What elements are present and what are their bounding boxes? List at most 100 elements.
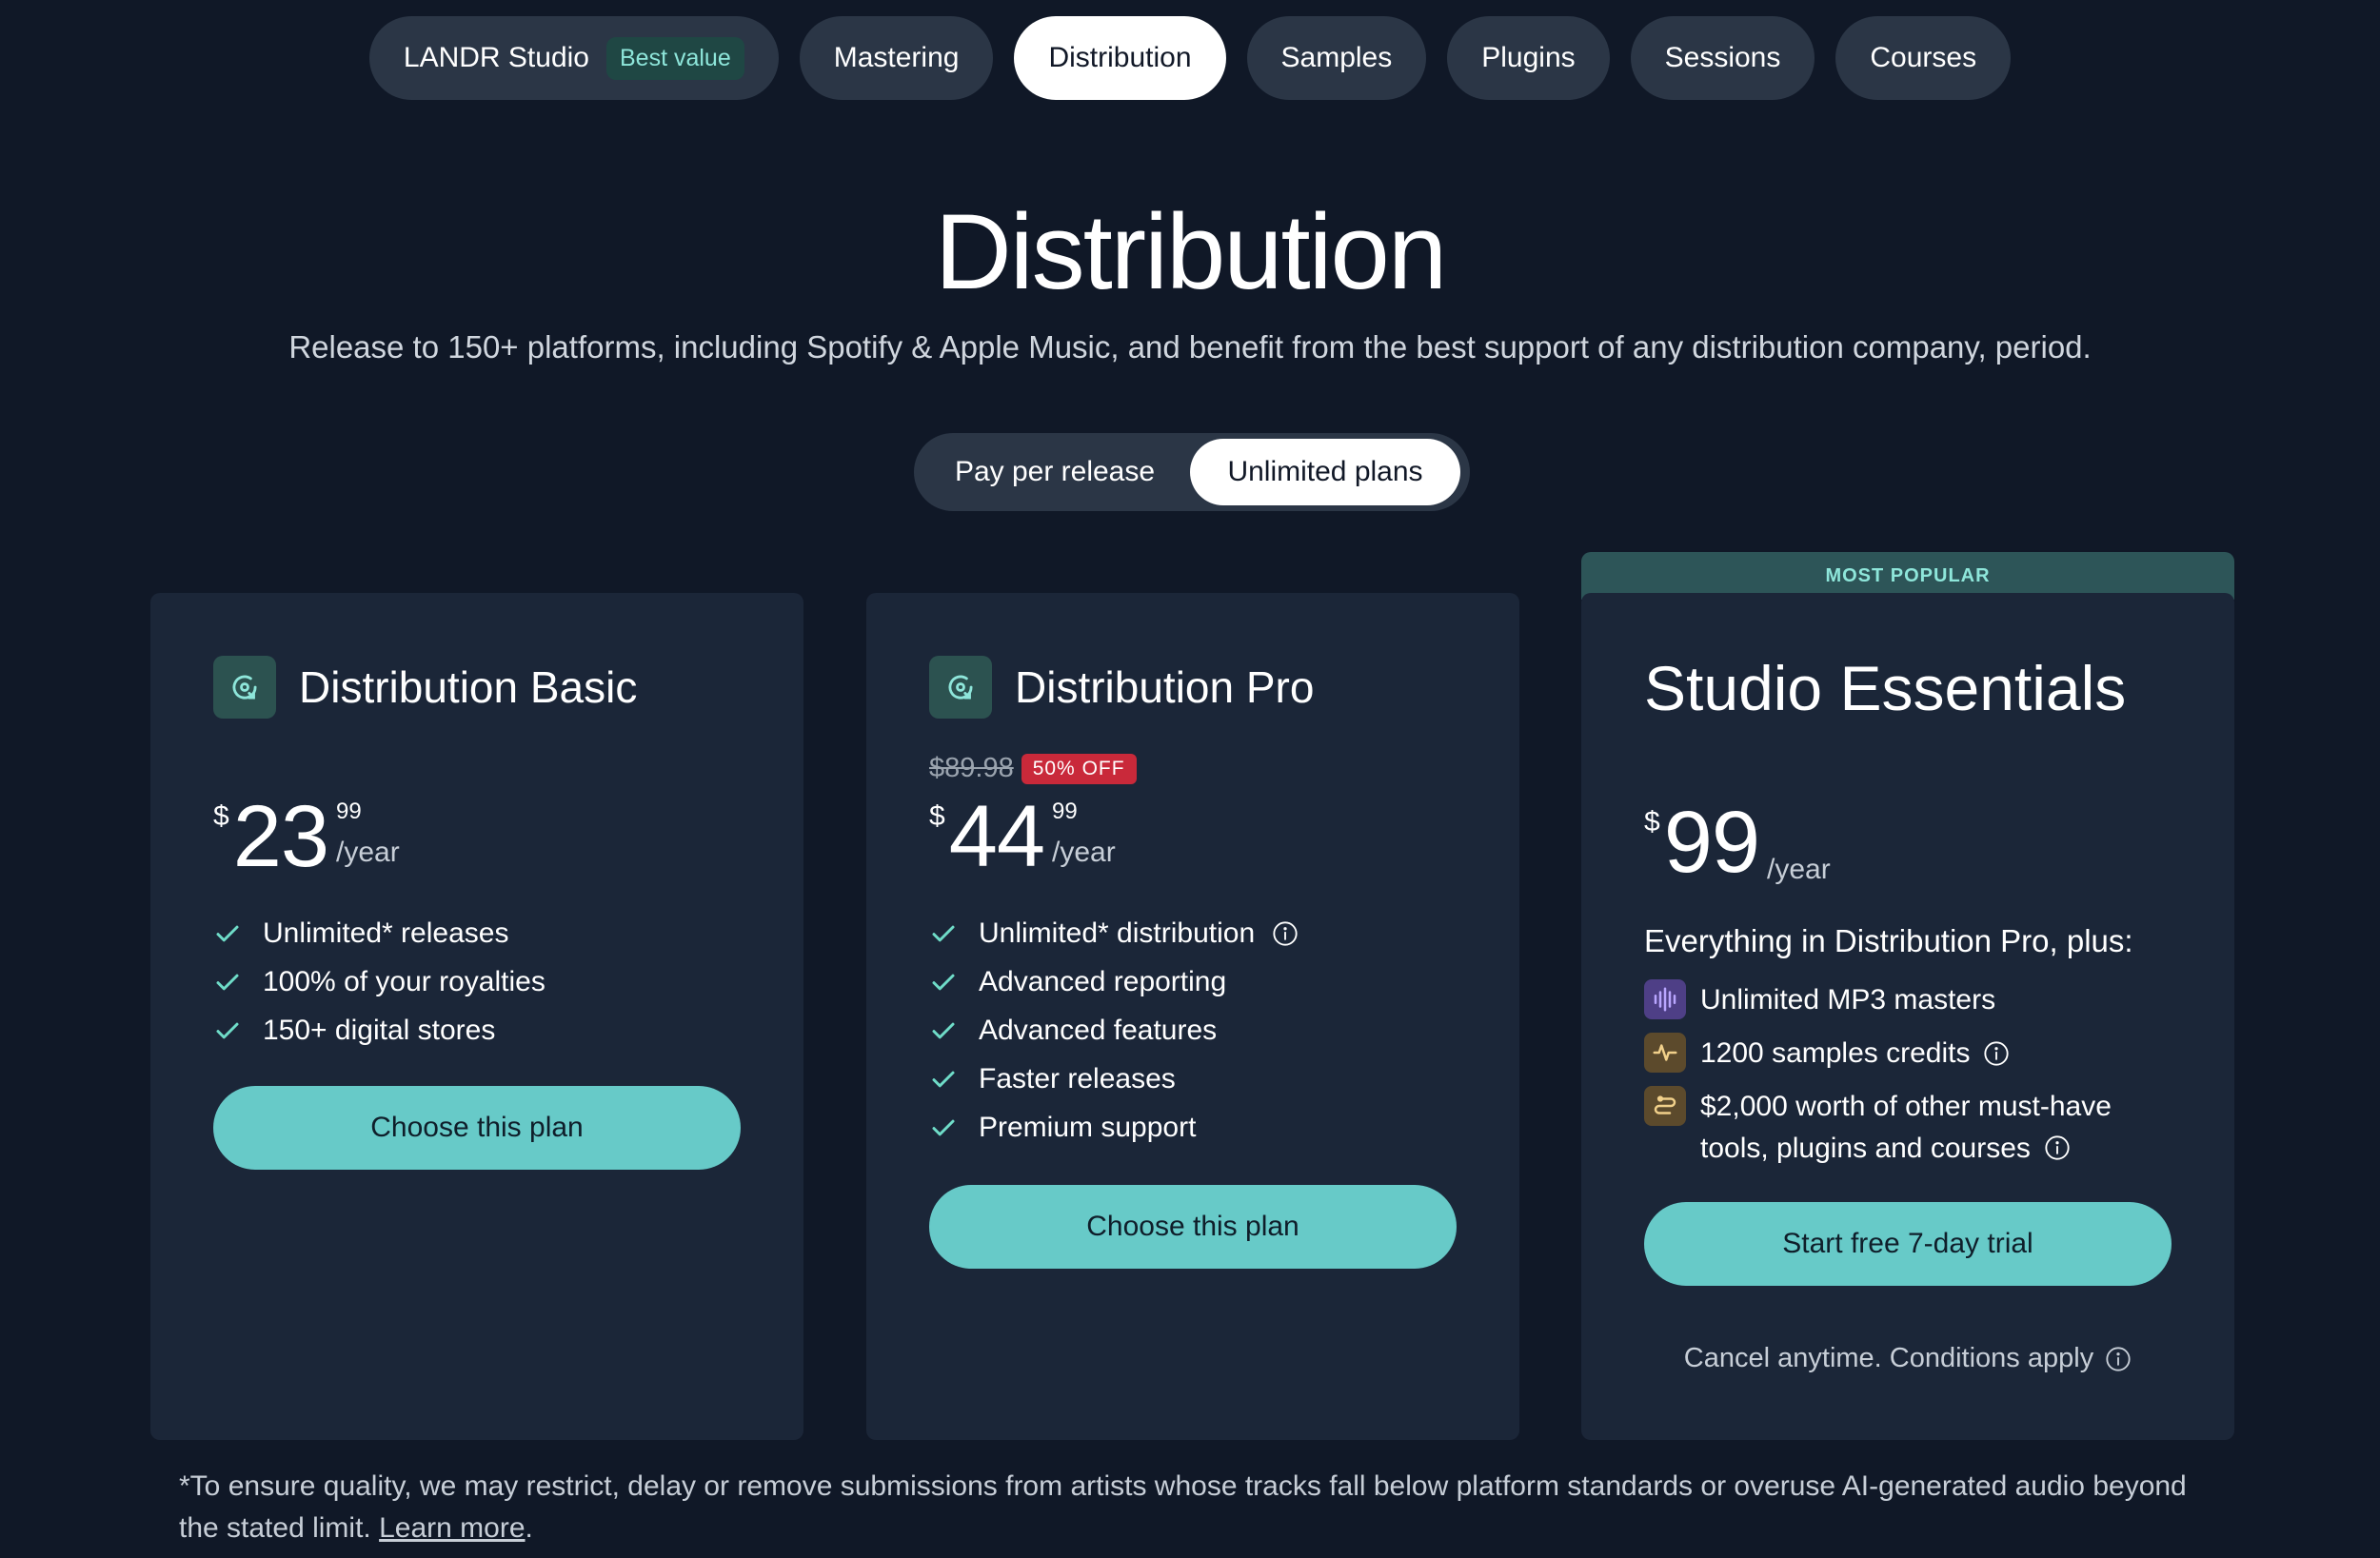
unlimited-plans-option[interactable]: Unlimited plans <box>1190 439 1460 505</box>
check-icon <box>216 1022 239 1038</box>
feature-label: 100% of your royalties <box>263 965 545 997</box>
tab-label: Distribution <box>1048 42 1192 73</box>
old-price: $89.98 <box>929 753 1014 783</box>
feature-item: Advanced features <box>929 1006 1299 1055</box>
price-period: /year <box>336 837 400 868</box>
footnote-end: . <box>525 1512 533 1544</box>
extra-label: 1200 samples credits <box>1700 1037 1971 1069</box>
info-icon[interactable] <box>1983 1040 2010 1067</box>
price-period: /year <box>1052 837 1116 868</box>
page-title: Distribution <box>934 192 1447 311</box>
everything-heading: Everything in Distribution Pro, plus: <box>1644 923 2133 958</box>
tab-landr-studio[interactable]: LANDR Studio Best value <box>368 16 779 100</box>
check-icon <box>216 974 239 990</box>
footnote: *To ensure quality, we may restrict, del… <box>179 1466 2226 1549</box>
plan-name: Distribution Pro <box>1015 662 1315 712</box>
discount-badge: 50% OFF <box>1021 753 1137 784</box>
check-icon <box>932 1119 955 1135</box>
plan-header: Distribution Basic <box>213 656 637 719</box>
price-currency: $ <box>1644 806 1660 838</box>
tab-samples[interactable]: Samples <box>1246 16 1427 100</box>
feature-item: Faster releases <box>929 1055 1299 1103</box>
feature-item: Premium support <box>929 1103 1299 1152</box>
tab-label: Samples <box>1280 42 1393 73</box>
distribution-disc-icon <box>213 656 276 719</box>
tab-label: Mastering <box>833 42 960 73</box>
feature-label: 150+ digital stores <box>263 1014 496 1046</box>
feature-label: Premium support <box>979 1111 1197 1143</box>
price-currency: $ <box>213 800 229 832</box>
tab-courses[interactable]: Courses <box>1835 16 2012 100</box>
info-icon[interactable] <box>2044 1134 2071 1161</box>
tab-label: Courses <box>1870 42 1977 73</box>
page-subtitle: Release to 150+ platforms, including Spo… <box>288 329 2092 365</box>
price-period: /year <box>1767 854 1831 885</box>
feature-item: Advanced reporting <box>929 957 1299 1006</box>
tab-label: LANDR Studio <box>403 42 589 73</box>
extra-label: $2,000 worth of other must-have tools, p… <box>1700 1086 2112 1170</box>
choose-plan-button[interactable]: Choose this plan <box>929 1185 1457 1269</box>
pulse-icon <box>1644 1033 1686 1073</box>
extra-item: $2,000 worth of other must-have tools, p… <box>1644 1086 2112 1170</box>
plan-card-distribution-basic: Distribution Basic $ 23 99 /year Unlimit… <box>150 593 803 1440</box>
extra-label-line2-text: tools, plugins and courses <box>1700 1133 2031 1164</box>
extra-label-line1: $2,000 worth of other must-have <box>1700 1091 2112 1122</box>
plan-price: $ 23 99 /year <box>213 793 400 880</box>
pricing-toggle: Pay per release Unlimited plans <box>914 433 1470 511</box>
start-free-trial-button[interactable]: Start free 7-day trial <box>1644 1202 2172 1286</box>
tab-distribution[interactable]: Distribution <box>1014 16 1226 100</box>
tab-label: Plugins <box>1481 42 1576 73</box>
feature-label: Advanced reporting <box>979 965 1227 997</box>
feature-label: Unlimited* releases <box>263 917 509 949</box>
feature-item: 100% of your royalties <box>213 957 545 1006</box>
tab-label: Sessions <box>1664 42 1781 73</box>
pay-per-release-option[interactable]: Pay per release <box>920 439 1190 505</box>
feature-list: Unlimited* distribution Advanced reporti… <box>929 909 1299 1152</box>
product-tabs: LANDR Studio Best value Mastering Distri… <box>0 16 2380 100</box>
extra-label-line2: tools, plugins and courses <box>1700 1128 2112 1170</box>
price-whole: 99 <box>1663 794 1760 891</box>
feature-item: Unlimited* releases <box>213 909 545 957</box>
plan-header: Studio Essentials <box>1644 652 2126 724</box>
tab-plugins[interactable]: Plugins <box>1447 16 1610 100</box>
check-icon <box>216 925 239 941</box>
feature-label: Faster releases <box>979 1062 1176 1095</box>
feature-list: Unlimited* releases 100% of your royalti… <box>213 909 545 1055</box>
plan-card-studio-essentials: Studio Essentials $ 99 /year Everything … <box>1581 593 2234 1440</box>
tab-mastering[interactable]: Mastering <box>799 16 994 100</box>
waveform-icon <box>1644 979 1686 1019</box>
plan-header: Distribution Pro <box>929 656 1314 719</box>
plan-card-distribution-pro: Distribution Pro $89.98 50% OFF $ 44 99 … <box>866 593 1519 1440</box>
plan-price: $ 99 /year <box>1644 799 1831 886</box>
plan-price: $ 44 99 /year <box>929 793 1116 880</box>
info-icon[interactable] <box>2105 1346 2132 1372</box>
best-value-badge: Best value <box>605 36 744 80</box>
learn-more-link[interactable]: Learn more <box>379 1512 525 1544</box>
plan-name: Distribution Basic <box>299 662 638 712</box>
cancel-note-text: Cancel anytime. Conditions apply <box>1683 1343 2094 1373</box>
price-whole: 44 <box>948 788 1045 885</box>
feature-item: Unlimited* distribution <box>929 909 1299 957</box>
feature-label: Advanced features <box>979 1014 1218 1046</box>
plugin-icon <box>1644 1086 1686 1126</box>
old-price-row: $89.98 50% OFF <box>929 753 1137 784</box>
cancel-note: Cancel anytime. Conditions apply <box>1581 1343 2234 1374</box>
distribution-disc-icon <box>929 656 992 719</box>
choose-plan-button[interactable]: Choose this plan <box>213 1086 741 1170</box>
check-icon <box>932 925 955 941</box>
price-whole: 23 <box>232 788 329 885</box>
extra-label: Unlimited MP3 masters <box>1700 984 1996 1016</box>
check-icon <box>932 1022 955 1038</box>
info-icon[interactable] <box>1272 920 1299 947</box>
price-cents: 99 <box>1052 799 1078 824</box>
feature-item: 150+ digital stores <box>213 1006 545 1055</box>
extra-item: Unlimited MP3 masters <box>1644 979 2112 1021</box>
tab-sessions[interactable]: Sessions <box>1630 16 1815 100</box>
check-icon <box>932 1071 955 1087</box>
feature-label: Unlimited* distribution <box>979 917 1256 949</box>
check-icon <box>932 974 955 990</box>
price-currency: $ <box>929 800 945 832</box>
extra-item: 1200 samples credits <box>1644 1033 2112 1075</box>
plan-name: Studio Essentials <box>1644 653 2127 723</box>
price-cents: 99 <box>336 799 362 824</box>
